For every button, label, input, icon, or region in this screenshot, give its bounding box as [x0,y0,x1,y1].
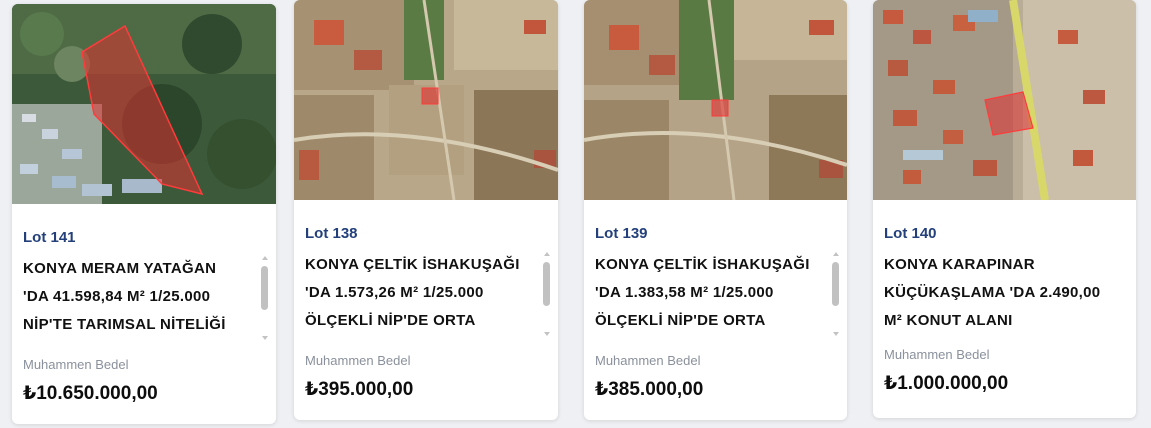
scroll-down-icon[interactable] [544,332,550,336]
auction-card-lot-139[interactable]: Lot 139 KONYA ÇELTİK İSHAKUŞAĞI 'DA 1.38… [584,0,847,420]
price-label: Muhammen Bedel [884,347,990,362]
price-value: ₺10.650.000,00 [23,383,158,404]
scroll-up-icon[interactable] [544,252,550,256]
lot-number: Lot 139 [595,225,648,242]
title-scrollbar[interactable] [260,256,270,340]
scroll-down-icon[interactable] [262,336,268,340]
scroll-thumb[interactable] [261,266,268,310]
lot-number: Lot 141 [23,229,76,246]
scroll-thumb[interactable] [543,262,550,306]
auction-card-lot-141[interactable]: Lot 141 KONYA MERAM YATAĞAN 'DA 41.598,8… [12,4,276,424]
lot-title: KONYA KARAPINAR KÜÇÜKAŞLAMA 'DA 2.490,00… [884,256,1101,329]
scroll-up-icon[interactable] [262,256,268,260]
title-scrollbar[interactable] [831,252,841,336]
lot-title: KONYA ÇELTİK İSHAKUŞAĞI 'DA 1.573,26 M² … [305,256,520,329]
auction-card-lot-140[interactable]: Lot 140 KONYA KARAPINAR KÜÇÜKAŞLAMA 'DA … [873,0,1136,418]
parcel-satellite-image[interactable] [294,0,558,200]
title-scrollbar[interactable] [542,252,552,336]
price-label: Muhammen Bedel [23,357,129,372]
lot-title: KONYA MERAM YATAĞAN 'DA 41.598,84 M² 1/2… [23,260,226,333]
price-label: Muhammen Bedel [305,353,411,368]
parcel-satellite-image[interactable] [873,0,1136,200]
scroll-thumb[interactable] [832,262,839,306]
parcel-satellite-image[interactable] [584,0,847,200]
lot-title-box[interactable]: KONYA ÇELTİK İSHAKUŞAĞI 'DA 1.573,26 M² … [305,251,546,335]
parcel-satellite-image[interactable] [12,4,276,204]
price-value: ₺385.000,00 [595,379,704,400]
auction-card-lot-138[interactable]: Lot 138 KONYA ÇELTİK İSHAKUŞAĞI 'DA 1.57… [294,0,558,420]
lot-title-box[interactable]: KONYA ÇELTİK İSHAKUŞAĞI 'DA 1.383,58 M² … [595,251,835,335]
lot-title-box[interactable]: KONYA KARAPINAR KÜÇÜKAŞLAMA 'DA 2.490,00… [884,251,1124,335]
price-value: ₺1.000.000,00 [884,373,1009,394]
price-label: Muhammen Bedel [595,353,701,368]
lot-number: Lot 140 [884,225,937,242]
lot-title-box[interactable]: KONYA MERAM YATAĞAN 'DA 41.598,84 M² 1/2… [23,255,264,339]
scroll-up-icon[interactable] [833,252,839,256]
lot-title: KONYA ÇELTİK İSHAKUŞAĞI 'DA 1.383,58 M² … [595,256,810,329]
price-value: ₺395.000,00 [305,379,414,400]
lot-number: Lot 138 [305,225,358,242]
scroll-down-icon[interactable] [833,332,839,336]
